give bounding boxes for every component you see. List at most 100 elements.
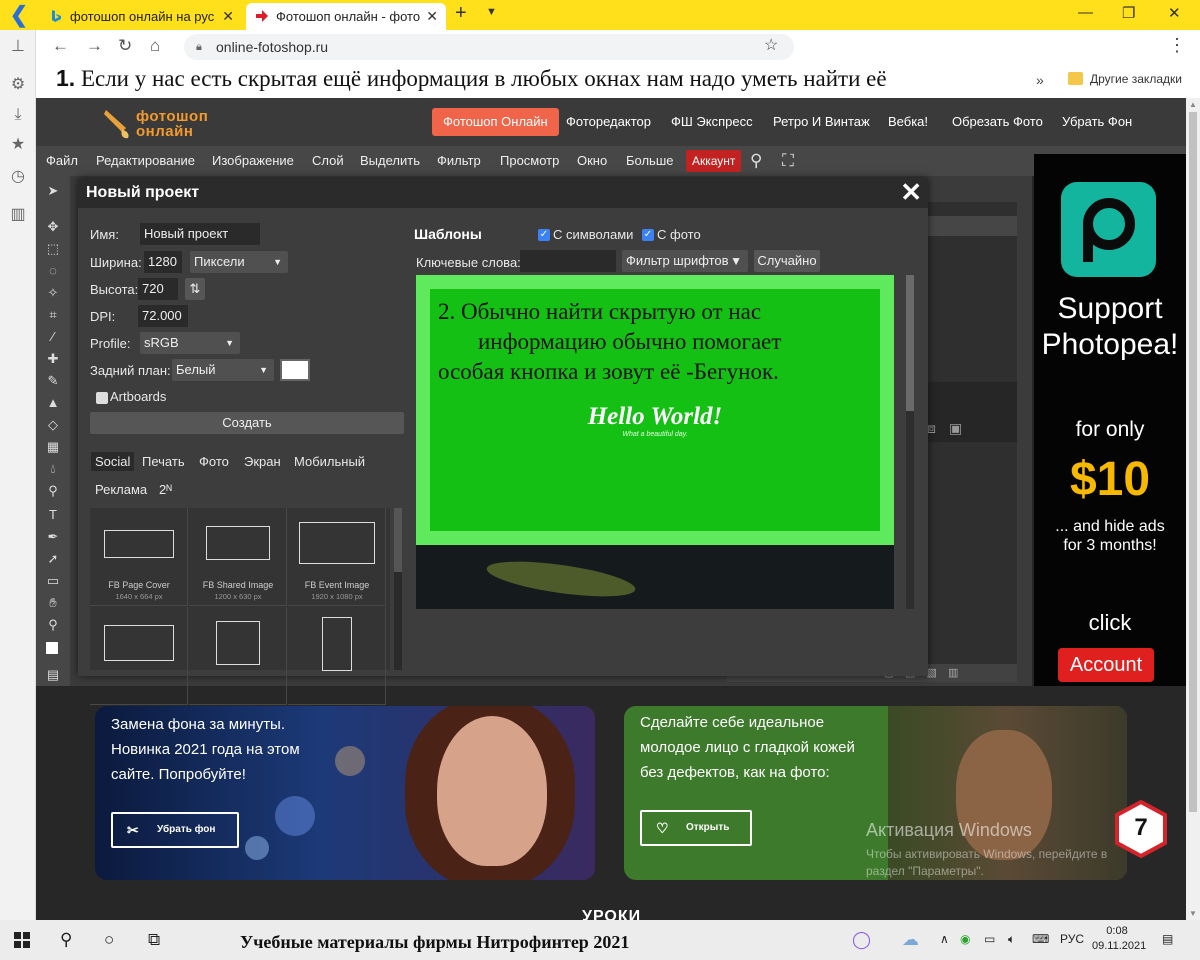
remove-bg-button[interactable]: ✂ Убрать фон [111, 812, 239, 848]
eyedropper-icon[interactable]: ⁄ [46, 330, 60, 344]
quickmask-icon[interactable]: ▤ [46, 668, 60, 682]
network-icon[interactable]: ▭ [984, 932, 995, 946]
notifications-icon[interactable]: ▤ [1162, 932, 1173, 946]
layer-adjust-icon[interactable]: ▣ [949, 420, 962, 437]
reload-icon[interactable]: ↻ [118, 36, 132, 56]
window-close-icon[interactable]: ✕ [1168, 4, 1181, 22]
hand-icon[interactable]: ✋︎ [46, 596, 60, 610]
bookmarks-overflow[interactable]: » [1036, 72, 1044, 88]
nav-retro[interactable]: Ретро И Винтаж [773, 108, 870, 136]
keywords-input[interactable] [520, 250, 616, 272]
windows-start-icon[interactable] [14, 932, 30, 948]
back-icon[interactable]: ← [52, 36, 69, 56]
template-fb-event-image[interactable]: FB Event Image 1920 x 1080 px [288, 508, 386, 606]
random-button[interactable]: Случайно [754, 250, 820, 272]
task-view-icon[interactable]: ⧉ [148, 930, 160, 950]
menu-layer[interactable]: Слой [312, 153, 344, 168]
download-icon[interactable]: ⤓ [9, 106, 27, 124]
create-button[interactable]: Создать [90, 412, 404, 434]
trash-icon[interactable]: ▥ [9, 206, 27, 224]
category-ads[interactable]: Реклама [95, 482, 147, 497]
template-fb-shared-image[interactable]: FB Shared Image 1200 x 630 px [189, 508, 287, 606]
menu-kebab-icon[interactable]: ⋮ [1168, 35, 1186, 56]
category-mobile[interactable]: Мобильный [294, 454, 365, 469]
menu-edit[interactable]: Редактирование [96, 153, 195, 168]
menu-window[interactable]: Окно [577, 153, 607, 168]
clock[interactable]: 0:08 09.11.2021 [1092, 924, 1146, 954]
tray-chevron-icon[interactable]: ∧ [940, 932, 949, 946]
menu-file[interactable]: Файл [46, 153, 78, 168]
nav-webcam[interactable]: Вебка! [888, 108, 928, 136]
healing-icon[interactable]: ✚ [46, 352, 60, 366]
browser-tab-2[interactable]: Фотошоп онлайн - фото ✕ [246, 3, 446, 30]
history-icon[interactable]: ◷ [9, 168, 27, 186]
account-button[interactable]: Аккаунт [686, 150, 742, 172]
menu-filter[interactable]: Фильтр [437, 153, 481, 168]
nav-photo-editor[interactable]: Фоторедактор [566, 108, 651, 136]
weather-icon[interactable]: ☁ [902, 930, 919, 950]
nav-ps-express[interactable]: ФШ Экспресс [671, 108, 753, 136]
marquee-icon[interactable]: ⬚ [46, 242, 60, 256]
category-photo[interactable]: Фото [199, 454, 229, 469]
dpi-field[interactable]: 72.000 [138, 305, 188, 327]
open-button[interactable]: ♡ Открыть [640, 810, 752, 846]
height-field[interactable]: 720 [138, 278, 178, 300]
move-select-icon[interactable]: ✥ [46, 220, 60, 234]
template-item[interactable] [189, 607, 287, 705]
browser-tab-1[interactable]: фотошоп онлайн на рус ✕ [40, 3, 242, 30]
profile-select[interactable]: sRGB ▼ [140, 332, 240, 354]
stamp-icon[interactable]: ▲ [46, 396, 60, 410]
nav-remove-bg[interactable]: Убрать Фон [1062, 108, 1132, 136]
site-logo[interactable]: фотошоп онлайн [102, 106, 242, 140]
path-select-icon[interactable]: ➚ [46, 552, 60, 566]
fullscreen-icon[interactable]: ⛶ [782, 151, 794, 171]
menu-view[interactable]: Просмотр [500, 153, 559, 168]
alice-icon[interactable]: ◯ [852, 930, 871, 950]
font-filter-select[interactable]: Фильтр шрифтов ▼ [622, 250, 748, 272]
url-input[interactable]: 🔒︎ online-fotoshop.ru [184, 34, 794, 60]
eraser-icon[interactable]: ◇ [46, 418, 60, 432]
background-color-swatch[interactable] [280, 359, 310, 381]
template-scrollbar[interactable] [394, 508, 402, 670]
search-icon[interactable]: ⚲ [60, 930, 72, 950]
tab-list-icon[interactable]: ▼ [486, 6, 497, 18]
pin-icon[interactable]: ⊥ [9, 38, 27, 56]
shape-icon[interactable]: ▭ [46, 574, 60, 588]
preview-scrollbar[interactable] [906, 275, 914, 609]
forward-icon[interactable]: → [86, 36, 103, 56]
gear-icon[interactable]: ⚙ [9, 76, 27, 94]
language-indicator[interactable]: РУС [1060, 932, 1084, 946]
pen-icon[interactable]: ✒ [46, 530, 60, 544]
dialog-close-icon[interactable]: ✕ [900, 177, 922, 208]
name-field[interactable]: Новый проект [140, 223, 260, 245]
volume-icon[interactable]: 🔈︎ [1008, 932, 1015, 947]
brush-icon[interactable]: ✎ [46, 374, 60, 388]
color-swatch-icon[interactable] [46, 642, 58, 654]
type-icon[interactable]: T [46, 508, 60, 522]
close-tab-icon[interactable]: ✕ [222, 3, 234, 30]
background-select[interactable]: Белый ▼ [172, 359, 274, 381]
keyboard-icon[interactable]: ⌨ [1032, 932, 1049, 946]
dodge-icon[interactable]: ⚲ [46, 484, 60, 498]
scrollbar-thumb[interactable] [394, 508, 402, 572]
template-fb-page-cover[interactable]: FB Page Cover 1640 x 664 px [90, 508, 188, 606]
menu-image[interactable]: Изображение [212, 153, 294, 168]
menu-select[interactable]: Выделить [360, 153, 420, 168]
nav-crop[interactable]: Обрезать Фото [952, 108, 1043, 136]
category-screen[interactable]: Экран [244, 454, 281, 469]
tray-app-icon[interactable]: ◉ [960, 932, 970, 946]
zoom-icon[interactable]: ⚲ [46, 618, 60, 632]
page-scrollbar[interactable]: ▲ ▼ [1186, 98, 1200, 920]
ad-account-button[interactable]: Account [1058, 648, 1154, 682]
search-icon[interactable]: ⚲ [750, 151, 762, 171]
gradient-icon[interactable]: ▦ [46, 440, 60, 454]
magic-wand-icon[interactable]: ✧ [46, 286, 60, 300]
maximize-icon[interactable]: ❐ [1122, 4, 1135, 22]
width-unit-select[interactable]: Пиксели ▼ [190, 251, 288, 273]
artboards-checkbox[interactable] [96, 392, 108, 404]
new-tab-icon[interactable]: + [455, 2, 467, 25]
move-tool-icon[interactable]: ➤ [46, 184, 60, 198]
category-2n[interactable]: 2ᴺ [159, 482, 172, 497]
blur-icon[interactable]: 💧︎ [46, 462, 60, 476]
cortana-icon[interactable]: ○ [104, 930, 114, 950]
